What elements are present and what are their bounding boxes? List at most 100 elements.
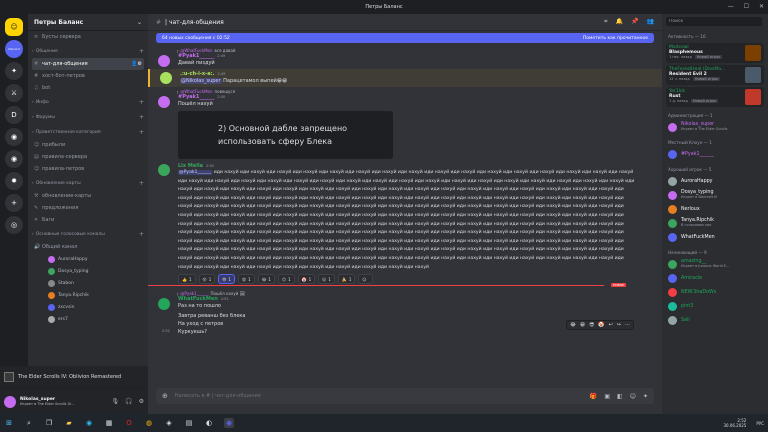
user-mention[interactable]: @Pyak1______ bbox=[178, 170, 213, 175]
members-icon[interactable]: 👥 bbox=[647, 18, 654, 26]
mark-as-read-button[interactable]: Пометить как прочитанное bbox=[583, 36, 648, 41]
activity-card[interactable]: TheForestHeal (DiosMa... Resident Evil 21… bbox=[666, 65, 764, 85]
server-icon-9[interactable]: ◎ bbox=[5, 216, 23, 234]
channel-item[interactable]: ☺ прибыли bbox=[28, 139, 148, 151]
channel-item[interactable]: ▤ правила-сервера bbox=[28, 151, 148, 163]
message[interactable]: Lix Mella 2:50 @Pyak1______ иди нахуй иди … bbox=[148, 161, 662, 286]
server-icon-2[interactable]: ✦ bbox=[5, 62, 23, 80]
server-header[interactable]: Петры Баланс ⌄ bbox=[28, 14, 148, 31]
channel-item[interactable]: ≡ Бусты сервера bbox=[28, 31, 148, 43]
message[interactable]: На уход с петров 😂 😁 😎 🤡 ↩ ↪ ⋯ bbox=[148, 320, 662, 331]
voice-member[interactable]: ers7 bbox=[28, 313, 148, 325]
add-channel-icon[interactable]: + bbox=[139, 129, 144, 136]
windows-start-icon[interactable]: ⊞ bbox=[4, 418, 14, 428]
category-header[interactable]: › Форумы + bbox=[28, 111, 148, 124]
channel-item[interactable]: # чат-для-общения 👤⚙ bbox=[32, 58, 144, 70]
channel-settings-icon[interactable]: ⚙ bbox=[138, 61, 142, 67]
add-channel-icon[interactable]: + bbox=[139, 48, 144, 55]
discord-taskbar-icon[interactable]: ◉ bbox=[224, 418, 234, 428]
server-icon-0[interactable]: ☺ bbox=[5, 18, 23, 36]
reaction[interactable]: 👍 1 bbox=[178, 274, 196, 285]
add-attachment-icon[interactable]: ⊕ bbox=[162, 392, 168, 400]
search-input[interactable] bbox=[666, 16, 762, 26]
category-header[interactable]: › Обновление карты + bbox=[28, 177, 148, 190]
attached-image[interactable]: 2) Основной дабле запрещено использовать … bbox=[178, 111, 393, 159]
member-item[interactable]: Sall bbox=[662, 313, 768, 327]
message[interactable]: ┌ @Pyak1______ Пошёл нахуй 🖼 WhatFuckMen 2:5… bbox=[148, 289, 662, 312]
channel-item[interactable]: 🔊 Общий канал bbox=[28, 241, 148, 253]
member-item[interactable]: Dosya_typing Играет в Warcraft III bbox=[662, 188, 768, 202]
edge-icon[interactable]: ◉ bbox=[84, 418, 94, 428]
server-icon-8[interactable]: + bbox=[5, 194, 23, 212]
member-item[interactable]: Amiracle bbox=[662, 271, 768, 285]
gear-icon[interactable]: ⚙ bbox=[139, 398, 144, 405]
category-header[interactable]: › Инфо + bbox=[28, 96, 148, 109]
server-icon-7[interactable]: ✹ bbox=[5, 172, 23, 190]
message[interactable]: .:u-ch-i-x-a:. 2:49 @Nikolas_super Парацет… bbox=[148, 69, 662, 87]
reaction[interactable]: 😎 1 bbox=[218, 274, 235, 285]
reaction[interactable]: 😊 1 bbox=[277, 274, 295, 285]
maximize-icon[interactable]: ☐ bbox=[744, 3, 749, 10]
task-view-icon[interactable]: ❐ bbox=[44, 418, 54, 428]
user-mention[interactable]: @Nikolas_super bbox=[180, 78, 222, 84]
member-item[interactable]: Nerloux bbox=[662, 202, 768, 216]
channel-item[interactable]: ♫ bot bbox=[28, 82, 148, 94]
server-icon-5[interactable]: ◉ bbox=[5, 128, 23, 146]
new-messages-bar[interactable]: 64 новых сообщения с 02:52 Пометить как … bbox=[156, 33, 654, 43]
reaction[interactable]: 😝 1 bbox=[198, 274, 216, 285]
avatar[interactable] bbox=[158, 298, 170, 311]
member-item[interactable]: amazing__ Играет в Jurassic World E... bbox=[662, 257, 768, 271]
message[interactable]: Завтра реванш без блека bbox=[148, 312, 662, 320]
category-header[interactable]: › Основные голосовые каналы + bbox=[28, 228, 148, 241]
category-header[interactable]: › Праветственная категория + bbox=[28, 126, 148, 139]
server-icon-6[interactable]: ◉ bbox=[5, 150, 23, 168]
channel-item[interactable]: ☺ правила-петров bbox=[28, 163, 148, 175]
message[interactable]: ┌ @WhatFuckMen повешуся #Pyak1______ 2:50 Пош… bbox=[148, 87, 662, 161]
server-icon-4[interactable]: D bbox=[5, 106, 23, 124]
add-channel-icon[interactable]: + bbox=[139, 114, 144, 121]
voice-member[interactable]: Stabon bbox=[28, 277, 148, 289]
server-icon-1[interactable]: Discord bbox=[5, 40, 23, 58]
server-icon-3[interactable]: ⚔ bbox=[5, 84, 23, 102]
member-item[interactable]: Tanya.Ripchik В голосовом кан bbox=[662, 216, 768, 230]
folder-icon[interactable]: ▰ bbox=[64, 418, 74, 428]
reaction[interactable]: 😮 1 bbox=[318, 274, 335, 285]
headphones-icon[interactable]: 🎧 bbox=[125, 398, 132, 405]
sticker-icon[interactable]: ◧ bbox=[617, 393, 623, 400]
reaction[interactable]: 🤡 1 bbox=[297, 274, 316, 285]
reaction[interactable]: 😡 1 bbox=[237, 274, 255, 285]
microphone-icon[interactable]: 🎙 bbox=[112, 398, 120, 405]
add-channel-icon[interactable]: + bbox=[139, 180, 144, 187]
avatar[interactable] bbox=[158, 164, 170, 176]
message[interactable]: ┌ @WhatFuckMen все давай #Pyak1______ 2:49 Да… bbox=[148, 46, 662, 69]
message[interactable]: 2:52 Куркуешь? bbox=[148, 328, 662, 336]
pin-icon[interactable]: 📌 bbox=[631, 18, 638, 26]
channel-item[interactable]: # хост-бот-петров bbox=[28, 70, 148, 82]
game-taskbar-icon[interactable]: ▤ bbox=[184, 418, 194, 428]
store-icon[interactable]: ▦ bbox=[104, 418, 114, 428]
voice-member[interactable]: zxcvsin bbox=[28, 301, 148, 313]
avatar[interactable] bbox=[158, 55, 170, 67]
emoji-icon[interactable]: ☺ bbox=[630, 393, 636, 400]
reaction[interactable]: ☺ bbox=[358, 274, 373, 285]
avatar[interactable] bbox=[160, 72, 172, 84]
voice-member[interactable]: AuroraHappy bbox=[28, 253, 148, 265]
member-item[interactable]: #Pyak1______ bbox=[662, 147, 768, 161]
system-clock[interactable]: 2:52 30.06.2025 bbox=[723, 418, 746, 428]
search-icon[interactable]: ⌕ bbox=[24, 418, 34, 428]
bell-icon[interactable]: 🔔 bbox=[616, 18, 623, 26]
channel-item[interactable]: ✎ предложения bbox=[28, 202, 148, 214]
activity-card[interactable]: Yar1Ick Rust 1 д. назад Новый игрок bbox=[666, 87, 764, 107]
game-activity-bar[interactable]: The Elder Scrolls IV: Oblivion Remastere… bbox=[0, 366, 148, 388]
chrome-icon[interactable]: ◍ bbox=[144, 418, 154, 428]
reaction[interactable]: 🍌 1 bbox=[337, 274, 356, 285]
member-item[interactable]: pint3 bbox=[662, 299, 768, 313]
opera-icon[interactable]: O bbox=[124, 418, 134, 428]
avatar[interactable] bbox=[158, 96, 170, 108]
channel-item[interactable]: ⚒ обновление-карты bbox=[28, 190, 148, 202]
add-channel-icon[interactable]: + bbox=[139, 99, 144, 106]
threads-icon[interactable]: ⌗ bbox=[604, 18, 607, 26]
channel-item[interactable]: ✕ Баги bbox=[28, 214, 148, 226]
member-item[interactable]: Nikolas_super Играет в The Elder Scrolls bbox=[662, 120, 768, 134]
obs-icon[interactable]: ◐ bbox=[204, 418, 214, 428]
